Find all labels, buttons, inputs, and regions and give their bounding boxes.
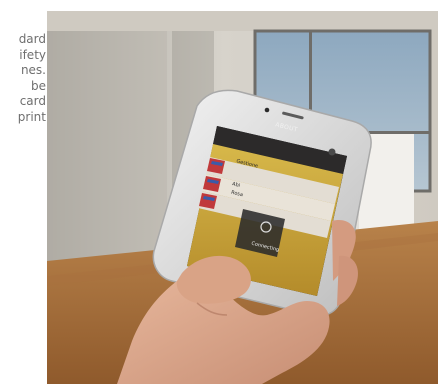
left-text-column: dard ifety nes. be card print (0, 32, 46, 125)
photo-illustration (47, 11, 438, 384)
left-text-line-1: dard (18, 32, 46, 46)
left-text-line-5: card (19, 94, 46, 108)
left-text-line-3: nes. (20, 63, 46, 77)
left-text-line-4: be (31, 78, 46, 93)
product-photo: ABOUT Gestione Abi Rosa Connecting (47, 11, 438, 384)
left-text-line-6: print (17, 109, 46, 124)
left-text-line-2: ifety (19, 47, 46, 62)
